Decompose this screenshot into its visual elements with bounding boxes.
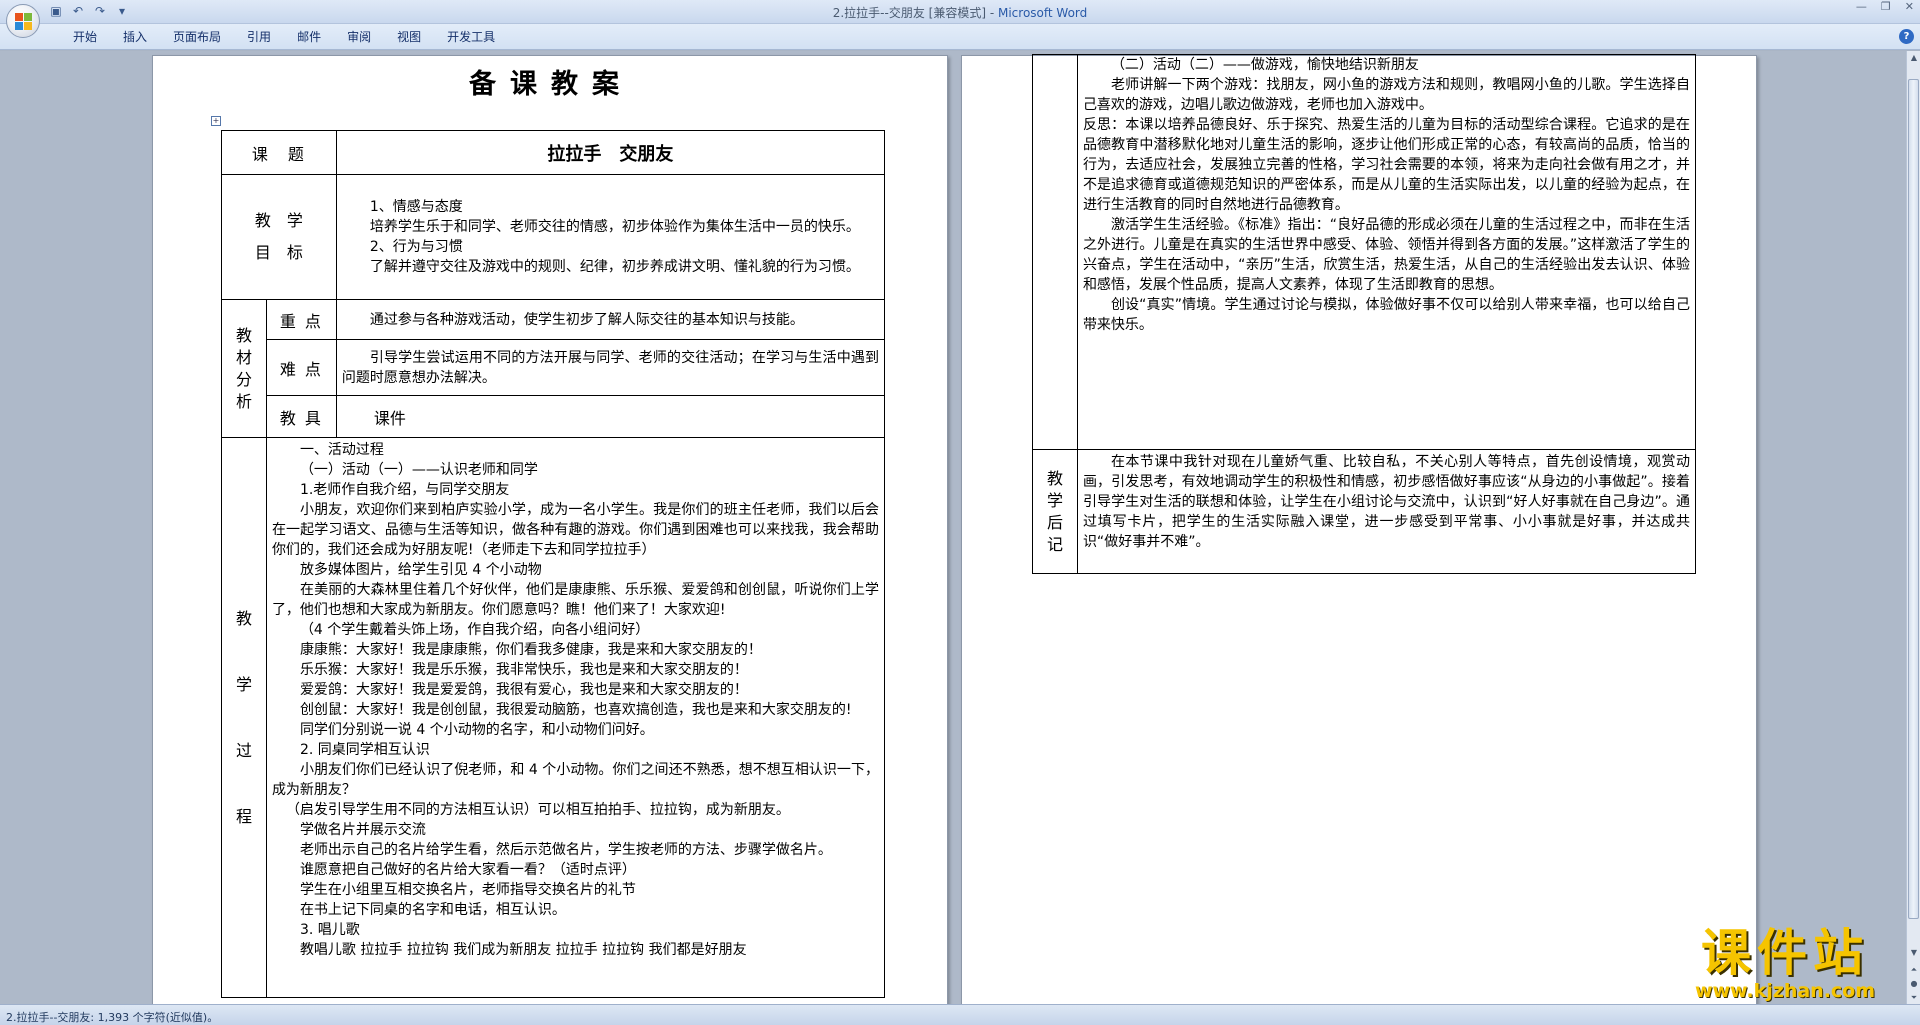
goal-line: 1、情感与态度 (369, 199, 463, 215)
goal-line: 了解并遵守交往及游戏中的规则、纪律，初步养成讲文明、懂礼貌的行为习惯。 (369, 259, 860, 275)
process-line: 同学们分别说一说 4 个小动物的名字，和小动物们问好。 (299, 722, 654, 738)
status-bar: 2.拉拉手--交朋友: 1,393 个字符(近似值)。 (0, 1004, 1920, 1025)
process-line: 3. 唱儿歌 (299, 922, 360, 938)
maximize-icon[interactable]: ❐ (1881, 0, 1891, 13)
lesson-plan-table: 课 题 拉拉手 交朋友 教 学 目 标 1、情感与态度 培养学生乐于和同学、老师… (221, 130, 886, 998)
reflection-line: 反思：本课以培养品德良好、乐于探究、热爱生活的儿童为目标的活动型综合课程。它追求… (1082, 117, 1690, 213)
process-line: 学做名片并展示交流 (299, 822, 426, 838)
page-1: 备课教案 + 课 题 拉拉手 交朋友 教 学 目 标 1、情感与态度 培养学生乐… (152, 55, 948, 1004)
process-line: 老师出示自己的名片给学生看，然后示范做名片，学生按老师的方法、步骤学做名片。 (299, 842, 832, 858)
tab-references[interactable]: 引用 (234, 29, 284, 46)
scroll-down-icon[interactable]: ▼ (1907, 946, 1920, 960)
process-line: 谁愿意把自己做好的名片给大家看一看？（适时点评） (299, 862, 636, 878)
process-line: （一）活动（一）——认识老师和同学 (299, 462, 538, 478)
topic-value: 拉拉手 交朋友 (335, 130, 886, 175)
tab-developer[interactable]: 开发工具 (434, 29, 508, 46)
title-bar: ▣ ↶ ↷ ▾ 2.拉拉手--交朋友 [兼容模式] - Microsoft Wo… (0, 0, 1920, 38)
process-line: 小朋友们你们已经认识了倪老师，和 4 个小动物。你们之间还不熟悉，想不想互相认识… (271, 762, 879, 798)
process-line: 学生在小组里互相交换名片，老师指导交换名片的礼节 (299, 882, 636, 898)
tab-mailings[interactable]: 邮件 (284, 29, 334, 46)
goal-cell: 1、情感与态度 培养学生乐于和同学、老师交往的情感，初步体验作为集体生活中一员的… (335, 174, 886, 300)
watermark-title: 课件站 (1701, 924, 1869, 982)
lesson-plan-table-continued: （二）活动（二）——做游戏，愉快地结识新朋友 老师讲解一下两个游戏：找朋友，网小… (1032, 54, 1697, 574)
window-title: 2.拉拉手--交朋友 [兼容模式] - Microsoft Word (832, 6, 1088, 20)
tab-insert[interactable]: 插入 (110, 29, 160, 46)
process-label-continued (1032, 54, 1078, 450)
teaching-aid-value: 课件 (373, 408, 406, 428)
scroll-up-icon[interactable]: ▲ (1907, 51, 1920, 65)
browse-object-icon[interactable]: ● (1907, 977, 1920, 991)
previous-page-icon[interactable]: ⏶ (1907, 963, 1920, 977)
difficulty-label: 难 点 (265, 339, 337, 396)
ribbon: 开始 插入 页面布局 引用 邮件 审阅 视图 开发工具 ? (0, 24, 1920, 50)
tab-view[interactable]: 视图 (384, 29, 434, 46)
process-line: 乐乐猴：大家好！我是乐乐猴，我非常快乐，我也是来和大家交朋友的！ (299, 662, 748, 678)
post-lesson-label: 教 学 后 记 (1032, 449, 1078, 574)
key-point-value: 通过参与各种游戏活动，使学生初步了解人际交往的基本知识与技能。 (369, 311, 804, 328)
document-title: 备课教案 (469, 69, 633, 100)
tab-page-layout[interactable]: 页面布局 (160, 29, 234, 46)
process-line: 在美丽的大森林里住着几个好伙伴，他们是康康熊、乐乐猴、爱爱鸽和创创鼠，听说你们上… (271, 582, 879, 618)
office-logo-icon (15, 13, 33, 31)
vertical-scrollbar[interactable]: ▲ ▼ ⏶ ● ⏷ (1906, 51, 1920, 1004)
goal-line: 2、行为与习惯 (369, 239, 463, 255)
process-line: 在书上记下同桌的名字和电话，相互认识。 (299, 902, 566, 918)
difficulty-value: 引导学生尝试运用不同的方法开展与同学、老师的交往活动；在学习与生活中遇到问题时愿… (341, 349, 879, 386)
scrollbar-thumb[interactable] (1908, 79, 1919, 919)
topic-label: 课 题 (221, 130, 337, 175)
process-line: 2. 同桌同学相互认识 (299, 742, 430, 758)
process-cell: 一、活动过程 （一）活动（一）——认识老师和同学 1.老师作自我介绍，与同学交朋… (265, 437, 886, 998)
process-line: （4 个学生戴着头饰上场，作自我介绍，向各小组问好） (299, 622, 650, 638)
watermark-logo: 课件站 www.kjzhan.com (1672, 926, 1898, 1004)
analysis-label: 教 材 分 析 (221, 299, 267, 438)
page-2: （二）活动（二）——做游戏，愉快地结识新朋友 老师讲解一下两个游戏：找朋友，网小… (961, 54, 1757, 1004)
reflection-line: （二）活动（二）——做游戏，愉快地结识新朋友 (1110, 57, 1419, 73)
process-line: 创创鼠：大家好！我是创创鼠，我很爱动脑筋，也喜欢搞创造，我也是来和大家交朋友的! (299, 702, 852, 718)
office-button[interactable] (6, 4, 40, 38)
table-move-handle-icon[interactable]: + (211, 116, 221, 126)
process-line: 1.老师作自我介绍，与同学交朋友 (299, 482, 510, 498)
minimize-icon[interactable]: — (1856, 0, 1867, 13)
window-controls: — ❐ ✕ (1856, 0, 1914, 13)
teaching-aid-label: 教 具 (265, 395, 337, 438)
key-point-label: 重 点 (265, 299, 337, 340)
help-icon[interactable]: ? (1899, 29, 1914, 44)
reflection-line: 创设“真实”情境。学生通过讨论与模拟，体验做好事不仅可以给别人带来幸福，也可以给… (1082, 297, 1690, 333)
tab-home[interactable]: 开始 (60, 29, 110, 46)
tab-review[interactable]: 审阅 (334, 29, 384, 46)
next-page-icon[interactable]: ⏷ (1907, 991, 1920, 1005)
process-line: 教唱儿歌 拉拉手 拉拉钩 我们成为新朋友 拉拉手 拉拉钩 我们都是好朋友 (299, 942, 747, 958)
goal-line: 培养学生乐于和同学、老师交往的情感，初步体验作为集体生活中一员的快乐。 (369, 219, 860, 235)
process-line: 康康熊：大家好！我是康康熊，你们看我多健康，我是来和大家交朋友的！ (299, 642, 762, 658)
ribbon-tabs: 开始 插入 页面布局 引用 邮件 审阅 视图 开发工具 (60, 29, 508, 46)
process-line: 爱爱鸽：大家好！我是爱爱鸽，我很有爱心，我也是来和大家交朋友的！ (299, 682, 748, 698)
goal-label: 教 学 目 标 (221, 174, 337, 300)
process-line: 小朋友，欢迎你们来到柏庐实验小学，成为一名小学生。我是你们的班主任老师，我们以后… (271, 502, 879, 558)
post-lesson-value: 在本节课中我针对现在儿童娇气重、比较自私，不关心别人等特点，首先创设情境，观赏动… (1082, 454, 1690, 550)
reflection-line: 激活学生生活经验。《标准》指出：“良好品德的形成必须在儿童的生活过程之中，而非在… (1082, 217, 1690, 293)
document-area: 备课教案 + 课 题 拉拉手 交朋友 教 学 目 标 1、情感与态度 培养学生乐… (0, 51, 1906, 1004)
status-text: 2.拉拉手--交朋友: 1,393 个字符(近似值)。 (6, 1011, 219, 1024)
process-line: 放多媒体图片，给学生引见 4 个小动物 (299, 562, 542, 578)
close-icon[interactable]: ✕ (1905, 0, 1914, 13)
reflection-line: 老师讲解一下两个游戏：找朋友，网小鱼的游戏方法和规则，教唱网小鱼的儿歌。学生选择… (1082, 77, 1690, 113)
process-label: 教 学 过 程 (221, 437, 267, 998)
process-line: （启发引导学生用不同的方法相互认识）可以相互拍拍手、拉拉钩，成为新朋友。 (285, 802, 790, 818)
watermark-url: www.kjzhan.com (1694, 980, 1876, 1002)
reflection-cell: （二）活动（二）——做游戏，愉快地结识新朋友 老师讲解一下两个游戏：找朋友，网小… (1076, 54, 1697, 450)
process-line: 一、活动过程 (299, 442, 384, 458)
